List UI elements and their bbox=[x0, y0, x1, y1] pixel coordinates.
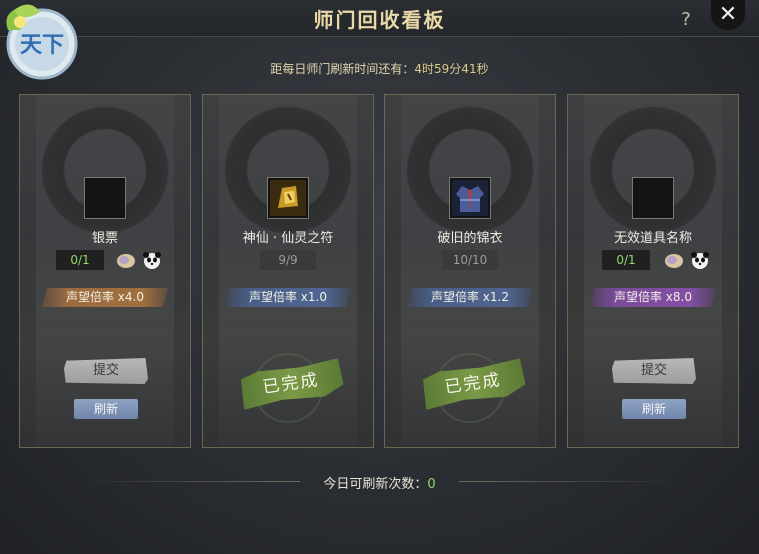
shell-icon bbox=[116, 251, 136, 269]
recycle-card-2: 神仙 · 仙灵之符 9/9 声望倍率 x1.0 已完成 bbox=[202, 94, 374, 448]
robe-icon bbox=[452, 180, 488, 216]
refresh-count-value: 0 bbox=[427, 477, 436, 492]
reputation-multiplier: 声望倍率 x1.2 bbox=[407, 288, 533, 307]
refresh-timer-label: 距每日师门刷新时间还有： bbox=[270, 62, 415, 76]
window-title: 师门回收看板 bbox=[313, 8, 446, 32]
item-quantity: 0/1 bbox=[56, 250, 104, 270]
item-name: 破旧的锦衣 bbox=[437, 231, 503, 246]
recycle-card-3: 破旧的锦衣 10/10 声望倍率 x1.2 已完成 bbox=[384, 94, 556, 448]
item-name: 银票 bbox=[91, 231, 118, 246]
logo-text: 天下 bbox=[20, 32, 64, 58]
panda-icon bbox=[142, 251, 162, 269]
refresh-timer: 距每日师门刷新时间还有：4时59分41秒 bbox=[0, 60, 759, 77]
item-quantity: 9/9 bbox=[260, 250, 316, 270]
refresh-timer-value: 4时59分41秒 bbox=[414, 62, 489, 76]
item-name: 无效道具名称 bbox=[613, 231, 692, 246]
refresh-count-label: 今日可刷新次数： bbox=[323, 477, 428, 492]
panda-icon bbox=[690, 251, 710, 269]
item-name: 神仙 · 仙灵之符 bbox=[242, 231, 334, 246]
card-background bbox=[36, 95, 174, 445]
reputation-multiplier: 声望倍率 x4.0 bbox=[42, 288, 168, 307]
item-slot-empty[interactable] bbox=[84, 177, 126, 219]
recycle-card-1: 银票 0/1 声望倍率 x4.0 提交 刷新 bbox=[19, 94, 191, 448]
help-icon[interactable]: ? bbox=[676, 10, 696, 30]
item-slot[interactable] bbox=[267, 177, 309, 219]
item-quantity: 0/1 bbox=[602, 250, 650, 270]
refresh-count: 今日可刷新次数：0 bbox=[0, 473, 759, 492]
refresh-button[interactable]: 刷新 bbox=[74, 399, 138, 419]
reputation-multiplier: 声望倍率 x8.0 bbox=[590, 288, 716, 307]
card-background bbox=[584, 95, 722, 445]
submit-button[interactable]: 提交 bbox=[64, 358, 148, 384]
recycle-card-4: 无效道具名称 0/1 声望倍率 x8.0 提交 刷新 bbox=[567, 94, 739, 448]
reputation-multiplier: 声望倍率 x1.0 bbox=[225, 288, 351, 307]
shell-icon bbox=[664, 251, 684, 269]
talisman-icon bbox=[270, 180, 306, 216]
refresh-button[interactable]: 刷新 bbox=[622, 399, 686, 419]
item-quantity: 10/10 bbox=[442, 250, 498, 270]
close-icon[interactable]: ✕ bbox=[711, 0, 745, 30]
item-slot-empty[interactable] bbox=[632, 177, 674, 219]
item-slot[interactable] bbox=[449, 177, 491, 219]
submit-button[interactable]: 提交 bbox=[612, 358, 696, 384]
